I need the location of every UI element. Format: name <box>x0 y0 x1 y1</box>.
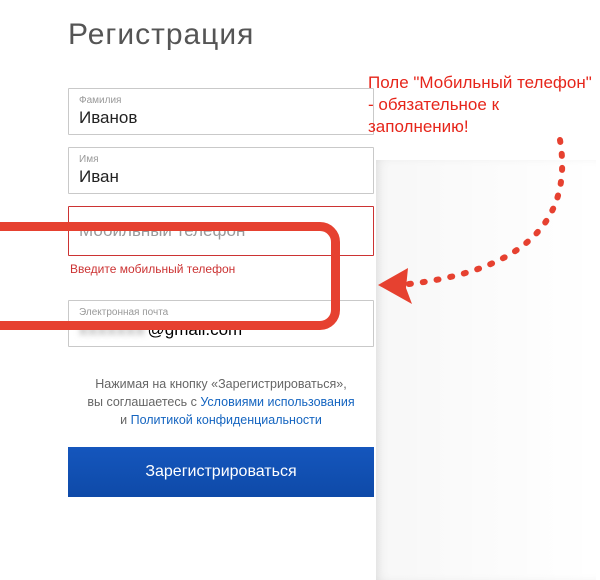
name-field[interactable]: Имя <box>68 147 374 194</box>
surname-field[interactable]: Фамилия <box>68 88 374 135</box>
name-label: Имя <box>79 154 363 165</box>
email-suffix: @gmail.com <box>148 320 243 340</box>
email-redacted: xxxxxxx <box>79 320 146 340</box>
tos-link[interactable]: Условиями использования <box>200 395 354 409</box>
email-value: xxxxxxx @gmail.com <box>79 320 363 340</box>
surname-input[interactable] <box>79 108 363 128</box>
submit-button[interactable]: Зарегистрироваться <box>68 447 374 497</box>
phone-error: Введите мобильный телефон <box>70 262 374 276</box>
phone-input[interactable] <box>79 221 363 241</box>
privacy-link[interactable]: Политикой конфиденциальности <box>131 413 322 427</box>
page-title: Регистрация <box>68 18 600 52</box>
surname-label: Фамилия <box>79 95 363 106</box>
terms-text: Нажимая на кнопку «Зарегистрироваться», … <box>71 375 371 429</box>
annotation-text: Поле "Мобильный телефон" - обязательное … <box>368 72 598 138</box>
email-label: Электронная почта <box>79 307 363 318</box>
name-input[interactable] <box>79 167 363 187</box>
error-underline <box>68 280 258 286</box>
registration-form: Фамилия Имя Введите мобильный телефон Эл… <box>68 88 374 497</box>
email-field[interactable]: Электронная почта xxxxxxx @gmail.com <box>68 300 374 347</box>
phone-field[interactable] <box>68 206 374 256</box>
